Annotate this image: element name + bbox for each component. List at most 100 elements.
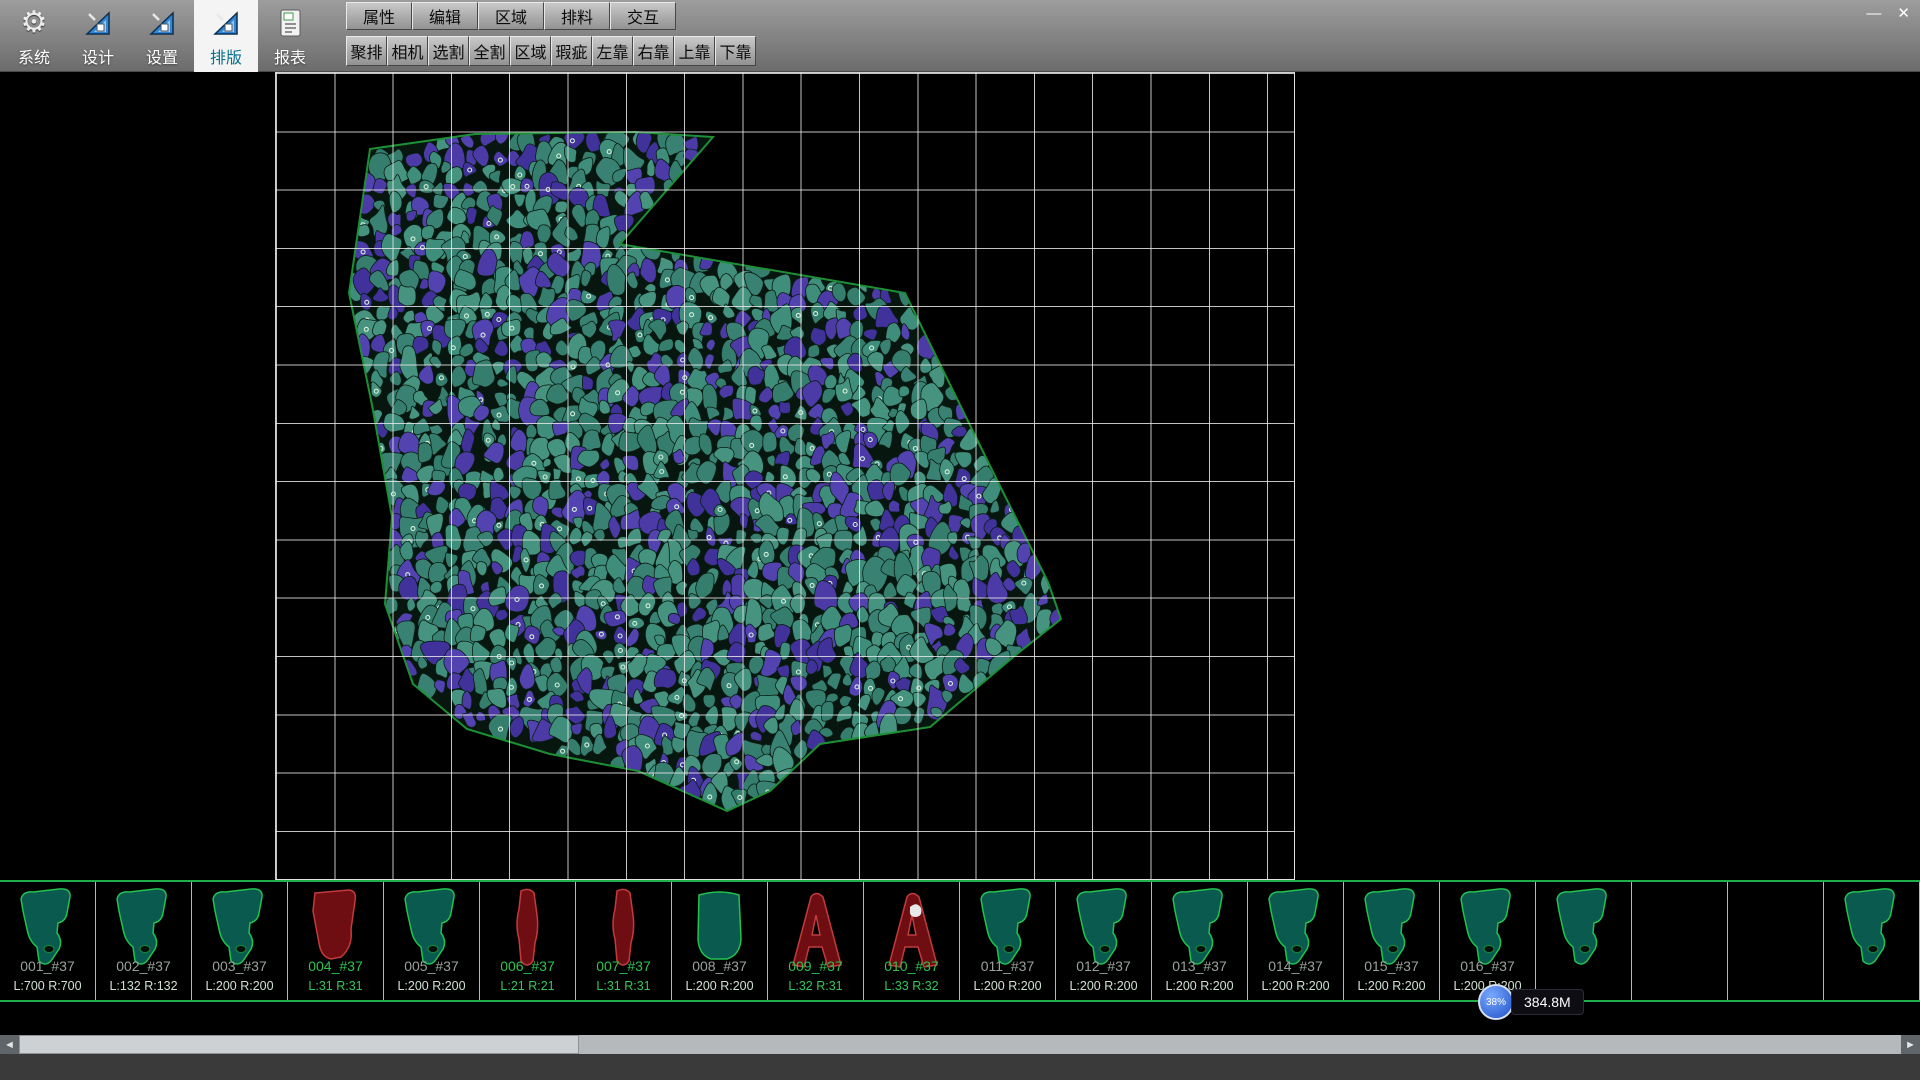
tool-button-8[interactable]: 右靠 bbox=[633, 36, 674, 66]
thumbnail-cell-6[interactable]: 006_#37 L:21 R:21 bbox=[480, 882, 576, 1000]
thumbnail-cell-1[interactable]: 001_#37 L:700 R:700 bbox=[0, 882, 96, 1000]
thumbnail-cell-13[interactable]: 013_#37 L:200 R:200 bbox=[1152, 882, 1248, 1000]
piece-label: 013_#37 bbox=[1152, 958, 1247, 974]
thumbnail-cell-5[interactable]: 005_#37 L:200 R:200 bbox=[384, 882, 480, 1000]
piece-label: 003_#37 bbox=[192, 958, 287, 974]
tool-button-6[interactable]: 瑕疵 bbox=[551, 36, 592, 66]
settings-ruler-icon bbox=[146, 4, 178, 42]
app-tab-design-ruler[interactable]: 设计 bbox=[66, 0, 130, 72]
piece-counts: L:200 R:200 bbox=[1344, 979, 1439, 993]
close-button[interactable]: ✕ bbox=[1897, 6, 1910, 21]
status-bar bbox=[0, 1054, 1920, 1080]
menu-tab-5[interactable]: 交互 bbox=[610, 2, 676, 30]
piece-label: 007_#37 bbox=[576, 958, 671, 974]
piece-thumbnail bbox=[1549, 885, 1619, 971]
piece-counts: L:33 R:32 bbox=[864, 979, 959, 993]
thumbnail-cell-20[interactable] bbox=[1824, 882, 1920, 1000]
scroll-track[interactable] bbox=[19, 1035, 1901, 1054]
app-tabs: ⚙ 系统 设计 设置排版报表 bbox=[2, 0, 322, 72]
scroll-right-button[interactable]: ► bbox=[1901, 1035, 1920, 1054]
nesting-workspace[interactable] bbox=[275, 72, 1295, 880]
piece-counts: L:21 R:21 bbox=[480, 979, 575, 993]
app-tab-label: 系统 bbox=[18, 44, 50, 68]
piece-counts: L:200 R:200 bbox=[960, 979, 1055, 993]
nesting-canvas[interactable] bbox=[275, 72, 1295, 880]
toolbar: ⚙系统设计设置排版报表 属性编辑区域排料交互 聚排相机选割全割区域瑕疵左靠右靠上… bbox=[0, 0, 1920, 72]
tool-button-4[interactable]: 全割 bbox=[469, 36, 510, 66]
app-tab-label: 设置 bbox=[146, 44, 178, 68]
app-tab-label: 设计 bbox=[82, 44, 114, 68]
design-ruler-icon bbox=[82, 4, 114, 42]
thumbnail-cell-18[interactable] bbox=[1632, 882, 1728, 1000]
piece-counts: L:32 R:31 bbox=[768, 979, 863, 993]
piece-label: 010_#37 bbox=[864, 958, 959, 974]
menu-tabs: 属性编辑区域排料交互 bbox=[346, 2, 676, 30]
menu-tab-3[interactable]: 区域 bbox=[478, 2, 544, 30]
piece-counts: L:132 R:132 bbox=[96, 979, 191, 993]
piece-counts: L:31 R:31 bbox=[288, 979, 383, 993]
thumbnail-cell-17[interactable] bbox=[1536, 882, 1632, 1000]
thumbnail-cell-2[interactable]: 002_#37 L:132 R:132 bbox=[96, 882, 192, 1000]
tool-button-9[interactable]: 上靠 bbox=[674, 36, 715, 66]
application-window: ⚙系统设计设置排版报表 属性编辑区域排料交互 聚排相机选割全割区域瑕疵左靠右靠上… bbox=[0, 0, 1920, 1080]
piece-label: 009_#37 bbox=[768, 958, 863, 974]
piece-counts: L:200 R:200 bbox=[1248, 979, 1343, 993]
piece-counts: L:200 R:200 bbox=[672, 979, 767, 993]
thumbnail-cell-12[interactable]: 012_#37L:200 R:200 bbox=[1056, 882, 1152, 1000]
horizontal-scrollbar[interactable]: ◄ ► bbox=[0, 1035, 1920, 1054]
minimize-button[interactable]: — bbox=[1866, 6, 1881, 21]
piece-thumbnail bbox=[1837, 885, 1907, 971]
report-icon bbox=[276, 4, 304, 42]
scroll-left-button[interactable]: ◄ bbox=[0, 1035, 19, 1054]
piece-counts: L:200 R:200 bbox=[192, 979, 287, 993]
tool-buttons: 聚排相机选割全割区域瑕疵左靠右靠上靠下靠 bbox=[346, 36, 756, 66]
window-controls: — ✕ bbox=[1866, 6, 1910, 21]
menu-tab-2[interactable]: 编辑 bbox=[412, 2, 478, 30]
menu-tab-4[interactable]: 排料 bbox=[544, 2, 610, 30]
piece-label: 001_#37 bbox=[0, 958, 95, 974]
thumbnail-cell-4[interactable]: 004_#37 L:31 R:31 bbox=[288, 882, 384, 1000]
piece-label: 015_#37 bbox=[1344, 958, 1439, 974]
progress-indicator[interactable]: 38% bbox=[1478, 984, 1514, 1020]
thumbnail-cell-10[interactable]: 010_#37 L:33 R:32 bbox=[864, 882, 960, 1000]
tool-button-1[interactable]: 聚排 bbox=[346, 36, 387, 66]
piece-label: 016_#37 bbox=[1440, 958, 1535, 974]
piece-label: 014_#37 bbox=[1248, 958, 1343, 974]
app-tab-gear[interactable]: ⚙ 系统 bbox=[2, 0, 66, 72]
piece-label: 006_#37 bbox=[480, 958, 575, 974]
tool-button-3[interactable]: 选割 bbox=[428, 36, 469, 66]
menu-tab-1[interactable]: 属性 bbox=[346, 2, 412, 30]
thumbnail-cell-9[interactable]: 009_#37 L:32 R:31 bbox=[768, 882, 864, 1000]
nesting-ruler-icon bbox=[210, 4, 242, 42]
piece-counts: L:200 R:200 bbox=[384, 979, 479, 993]
app-tab-label: 报表 bbox=[274, 44, 306, 68]
gear-icon: ⚙ bbox=[21, 8, 48, 38]
tool-button-5[interactable]: 区域 bbox=[510, 36, 551, 66]
thumbnail-cell-7[interactable]: 007_#37 L:31 R:31 bbox=[576, 882, 672, 1000]
thumbnail-cell-3[interactable]: 003_#37 L:200 R:200 bbox=[192, 882, 288, 1000]
tool-button-10[interactable]: 下靠 bbox=[715, 36, 756, 66]
canvas-area[interactable] bbox=[0, 72, 1920, 880]
thumbnail-cell-16[interactable]: 016_#37L:200 R:200 bbox=[1440, 882, 1536, 1000]
piece-counts: L:700 R:700 bbox=[0, 979, 95, 993]
tool-button-7[interactable]: 左靠 bbox=[592, 36, 633, 66]
piece-label: 005_#37 bbox=[384, 958, 479, 974]
thumbnail-cell-15[interactable]: 015_#37 L:200 R:200 bbox=[1344, 882, 1440, 1000]
memory-usage: 384.8M bbox=[1511, 989, 1584, 1015]
piece-label: 002_#37 bbox=[96, 958, 191, 974]
app-tab-report[interactable]: 报表 bbox=[258, 0, 322, 72]
progress-badge: 38% 384.8M bbox=[1478, 984, 1584, 1020]
tool-button-2[interactable]: 相机 bbox=[387, 36, 428, 66]
app-tab-nesting-ruler[interactable]: 排版 bbox=[194, 0, 258, 72]
thumbnail-cell-14[interactable]: 014_#37 L:200 R:200 bbox=[1248, 882, 1344, 1000]
piece-label: 011_#37 bbox=[960, 958, 1055, 974]
app-tab-settings-ruler[interactable]: 设置 bbox=[130, 0, 194, 72]
piece-label: 012_#37 bbox=[1056, 958, 1151, 974]
thumbnail-cell-11[interactable]: 011_#37 L:200 R:200 bbox=[960, 882, 1056, 1000]
thumbnail-cell-19[interactable] bbox=[1728, 882, 1824, 1000]
piece-label: 004_#37 bbox=[288, 958, 383, 974]
piece-counts: L:31 R:31 bbox=[576, 979, 671, 993]
thumbnail-cell-8[interactable]: 008_#37L:200 R:200 bbox=[672, 882, 768, 1000]
scroll-thumb[interactable] bbox=[19, 1035, 579, 1054]
piece-counts: L:200 R:200 bbox=[1152, 979, 1247, 993]
